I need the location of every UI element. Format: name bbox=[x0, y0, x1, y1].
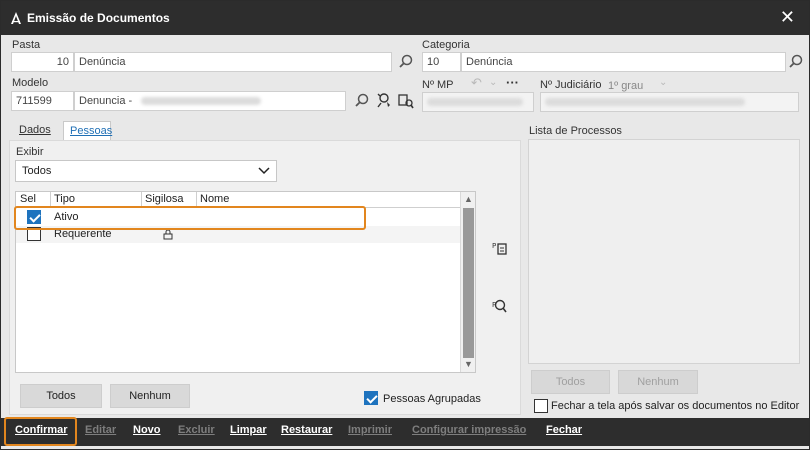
emissao-documentos-window: Emissão de Documentos ✕ Pasta 10 Denúnci… bbox=[0, 0, 810, 450]
app-logo-icon bbox=[11, 12, 21, 24]
restaurar-button[interactable]: Restaurar bbox=[281, 424, 332, 436]
configurar-impressao-label: Configurar impressão bbox=[412, 424, 527, 436]
column-divider bbox=[196, 192, 197, 208]
row-select-checkbox[interactable] bbox=[27, 227, 41, 241]
redacted-text bbox=[427, 98, 523, 107]
title-bar: Emissão de Documentos ✕ bbox=[1, 1, 809, 35]
pessoas-grid: Sel Tipo Sigilosa Nome Ativo Requerente … bbox=[15, 191, 476, 373]
exibir-chevron-down-icon bbox=[258, 167, 270, 175]
modelo-name-field[interactable]: Denuncia - bbox=[74, 91, 346, 111]
exibir-select[interactable]: Todos bbox=[15, 160, 277, 182]
undo-icon[interactable]: ↶ bbox=[471, 75, 482, 91]
scroll-down-icon[interactable]: ▼ bbox=[464, 359, 473, 369]
exibir-label: Exibir bbox=[16, 146, 44, 158]
column-header-sel: Sel bbox=[20, 193, 36, 205]
njudiciario-field[interactable] bbox=[540, 92, 799, 112]
svg-text:P: P bbox=[492, 242, 496, 250]
limpar-button[interactable]: Limpar bbox=[230, 424, 267, 436]
column-header-tipo: Tipo bbox=[54, 193, 75, 205]
pessoas-agrupadas-label: Pessoas Agrupadas bbox=[383, 393, 481, 405]
bottom-command-bar: Confirmar Editar Novo Excluir Limpar Res… bbox=[1, 418, 809, 446]
pasta-label: Pasta bbox=[12, 39, 41, 51]
lista-processos-panel[interactable] bbox=[528, 139, 800, 364]
exibir-selected: Todos bbox=[22, 165, 52, 177]
modelo-name-text: Denuncia - bbox=[79, 95, 133, 107]
pessoas-agrupadas-checkbox[interactable] bbox=[364, 391, 378, 405]
row-tipo: Requerente bbox=[54, 228, 112, 240]
categoria-code-field[interactable]: 10 bbox=[422, 52, 461, 72]
pasta-code-field[interactable]: 10 bbox=[11, 52, 74, 72]
column-header-nome: Nome bbox=[200, 193, 230, 205]
copy-person-icon[interactable]: P bbox=[491, 239, 509, 257]
configurar-impressao-button[interactable]: Configurar impressão bbox=[412, 424, 526, 436]
modelo-label: Modelo bbox=[12, 77, 49, 89]
tab-dados-label: Dados bbox=[19, 124, 51, 136]
column-divider bbox=[141, 192, 142, 208]
more-options-icon[interactable]: ··· bbox=[506, 75, 519, 90]
nenhum-button[interactable]: Nenhum bbox=[110, 384, 190, 408]
processos-nenhum-button[interactable]: Nenhum bbox=[618, 370, 698, 394]
grid-header: Sel Tipo Sigilosa Nome bbox=[16, 192, 462, 208]
column-divider bbox=[50, 192, 51, 208]
lock-icon bbox=[163, 229, 173, 240]
imprimir-label: Imprimir bbox=[348, 424, 393, 436]
row-tipo: Ativo bbox=[54, 211, 79, 223]
lista-processos-label: Lista de Processos bbox=[529, 125, 622, 137]
person-search-icon[interactable]: P bbox=[491, 297, 509, 315]
imprimir-button[interactable]: Imprimir bbox=[348, 424, 392, 436]
tab-pessoas-label: Pessoas bbox=[70, 125, 113, 137]
fechar-tela-checkbox[interactable] bbox=[534, 399, 548, 413]
confirmar-label: Confirmar bbox=[15, 424, 68, 436]
fechar-label: Fechar bbox=[546, 424, 583, 436]
modelo-edit-icon[interactable] bbox=[397, 92, 415, 110]
nmp-field[interactable] bbox=[422, 92, 534, 112]
editar-label: Editar bbox=[85, 424, 117, 436]
pasta-search-icon[interactable] bbox=[397, 53, 415, 71]
scroll-thumb[interactable] bbox=[463, 208, 474, 358]
confirmar-button[interactable]: Confirmar bbox=[15, 424, 68, 436]
limpar-label: Limpar bbox=[230, 424, 267, 436]
grid-scrollbar[interactable]: ▲ ▼ bbox=[460, 192, 475, 372]
modelo-magic-search-icon[interactable] bbox=[375, 92, 393, 110]
pasta-name-field[interactable]: Denúncia bbox=[74, 52, 392, 72]
modelo-code-field[interactable]: 711599 bbox=[11, 91, 74, 111]
categoria-name-field[interactable]: Denúncia bbox=[461, 52, 786, 72]
excluir-button[interactable]: Excluir bbox=[178, 424, 215, 436]
todos-button[interactable]: Todos bbox=[20, 384, 102, 408]
fechar-tela-label: Fechar a tela após salvar os documentos … bbox=[551, 400, 800, 412]
window-title: Emissão de Documentos bbox=[27, 11, 170, 25]
table-row[interactable]: Requerente bbox=[16, 226, 462, 243]
editar-button[interactable]: Editar bbox=[85, 424, 116, 436]
row-select-checkbox[interactable] bbox=[27, 210, 41, 224]
novo-label: Novo bbox=[133, 424, 161, 436]
tab-pessoas[interactable]: Pessoas bbox=[63, 121, 113, 140]
chevron-down-icon[interactable]: ⌄ bbox=[489, 77, 497, 88]
njudiciario-label: Nº Judiciário bbox=[540, 79, 602, 91]
close-icon[interactable]: ✕ bbox=[780, 8, 795, 26]
column-header-sigilosa: Sigilosa bbox=[145, 193, 184, 205]
modelo-search-icon[interactable] bbox=[353, 92, 371, 110]
tab-dados[interactable]: Dados bbox=[13, 121, 61, 140]
redacted-text bbox=[545, 98, 745, 107]
categoria-label: Categoria bbox=[422, 39, 470, 51]
excluir-label: Excluir bbox=[178, 424, 215, 436]
redacted-text bbox=[141, 97, 262, 106]
svg-text:P: P bbox=[492, 301, 496, 309]
scroll-up-icon[interactable]: ▲ bbox=[464, 194, 473, 204]
nmp-label: Nº MP bbox=[422, 79, 454, 91]
novo-button[interactable]: Novo bbox=[133, 424, 161, 436]
restaurar-label: Restaurar bbox=[281, 424, 333, 436]
fechar-button[interactable]: Fechar bbox=[546, 424, 582, 436]
table-row[interactable]: Ativo bbox=[16, 209, 462, 226]
processos-todos-button[interactable]: Todos bbox=[531, 370, 610, 394]
njudiciario-grau: 1º grau bbox=[608, 80, 644, 92]
categoria-search-icon[interactable] bbox=[787, 53, 805, 71]
grau-chevron-down-icon[interactable]: ⌄ bbox=[659, 77, 667, 88]
